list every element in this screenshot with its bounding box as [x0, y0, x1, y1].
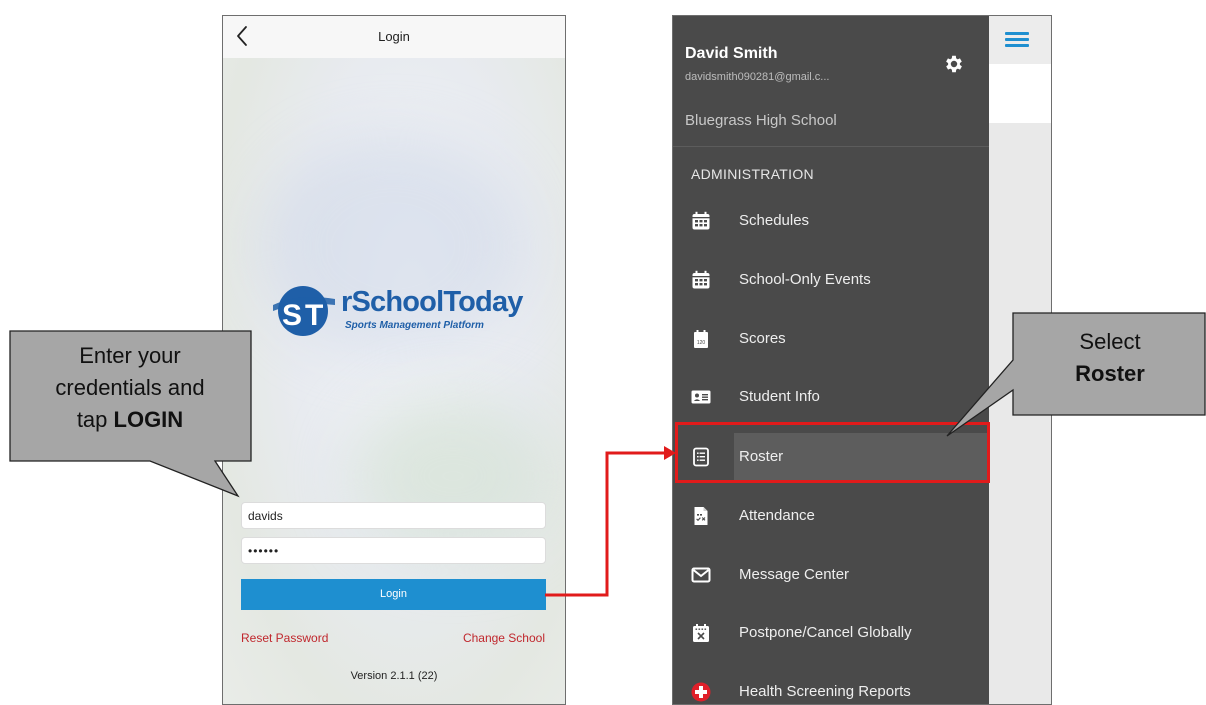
left-callout-text: Enter your credentials and tap LOGIN [55, 343, 205, 432]
right-callout-text: Select Roster [1075, 329, 1145, 386]
